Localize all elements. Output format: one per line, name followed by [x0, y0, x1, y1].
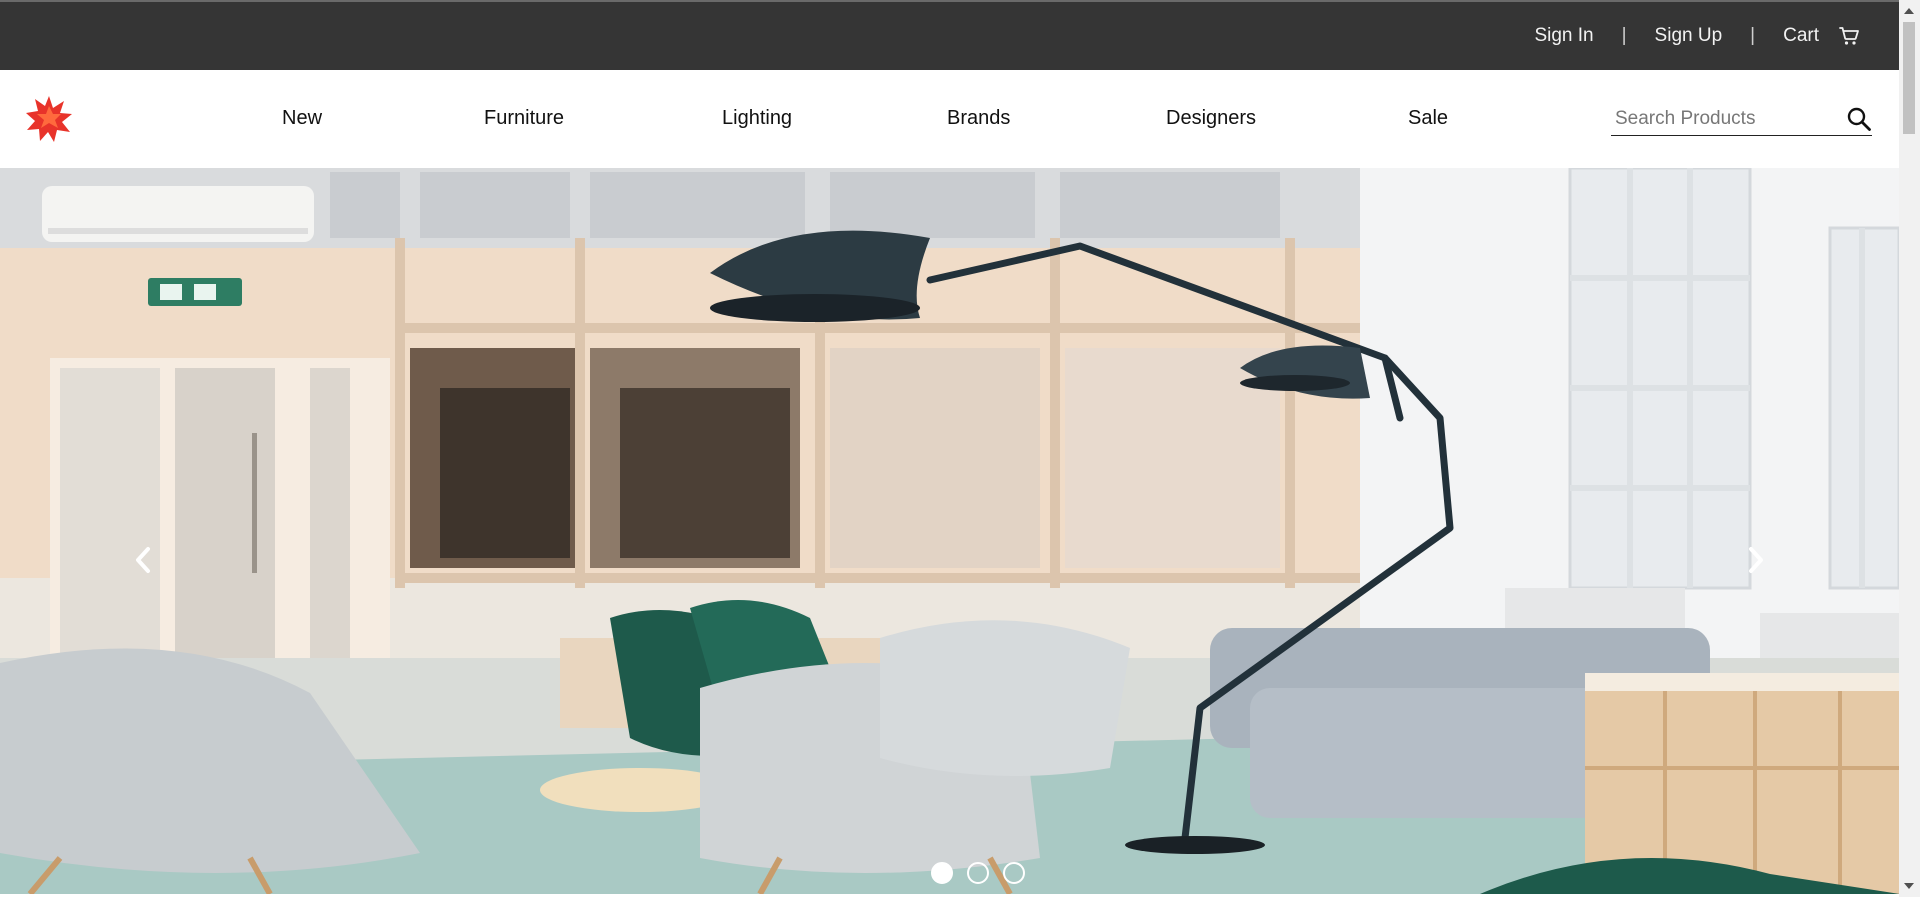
- cart-link[interactable]: Cart: [1783, 25, 1819, 47]
- chevron-right-icon: [1749, 547, 1763, 573]
- carousel-dot-2[interactable]: [966, 862, 989, 884]
- sign-up-link[interactable]: Sign Up: [1655, 25, 1723, 47]
- nav-furniture[interactable]: Furniture: [484, 107, 564, 130]
- search-icon[interactable]: [1846, 106, 1872, 132]
- cart-icon[interactable]: [1837, 24, 1861, 48]
- nav-designers[interactable]: Designers: [1166, 107, 1256, 130]
- search-box: [1611, 102, 1872, 136]
- sign-in-link[interactable]: Sign In: [1534, 25, 1593, 47]
- separator: |: [1750, 25, 1756, 46]
- nav-sale[interactable]: Sale: [1408, 107, 1448, 130]
- scroll-down-arrow-icon[interactable]: [1904, 883, 1914, 889]
- search-input[interactable]: [1613, 102, 1837, 136]
- carousel-dot-1[interactable]: [930, 862, 953, 884]
- separator: |: [1621, 25, 1627, 46]
- scroll-up-arrow-icon[interactable]: [1904, 8, 1914, 14]
- carousel-prev-button[interactable]: [128, 540, 158, 580]
- chevron-left-icon: [136, 547, 150, 573]
- nav-lighting[interactable]: Lighting: [722, 107, 792, 130]
- top-utility-bar: Sign In | Sign Up | Cart: [0, 0, 1899, 70]
- page-scrollbar[interactable]: [1899, 0, 1920, 897]
- carousel-next-button[interactable]: [1741, 540, 1771, 580]
- nav-brands[interactable]: Brands: [947, 107, 1010, 130]
- carousel-dot-3[interactable]: [1002, 862, 1025, 884]
- hero-image: [0, 168, 1899, 894]
- carousel-indicators: [0, 862, 1899, 884]
- nav-new[interactable]: New: [282, 107, 322, 130]
- hero-carousel: [0, 168, 1899, 894]
- scrollbar-thumb[interactable]: [1903, 22, 1915, 134]
- main-header: New Furniture Lighting Brands Designers …: [0, 70, 1899, 168]
